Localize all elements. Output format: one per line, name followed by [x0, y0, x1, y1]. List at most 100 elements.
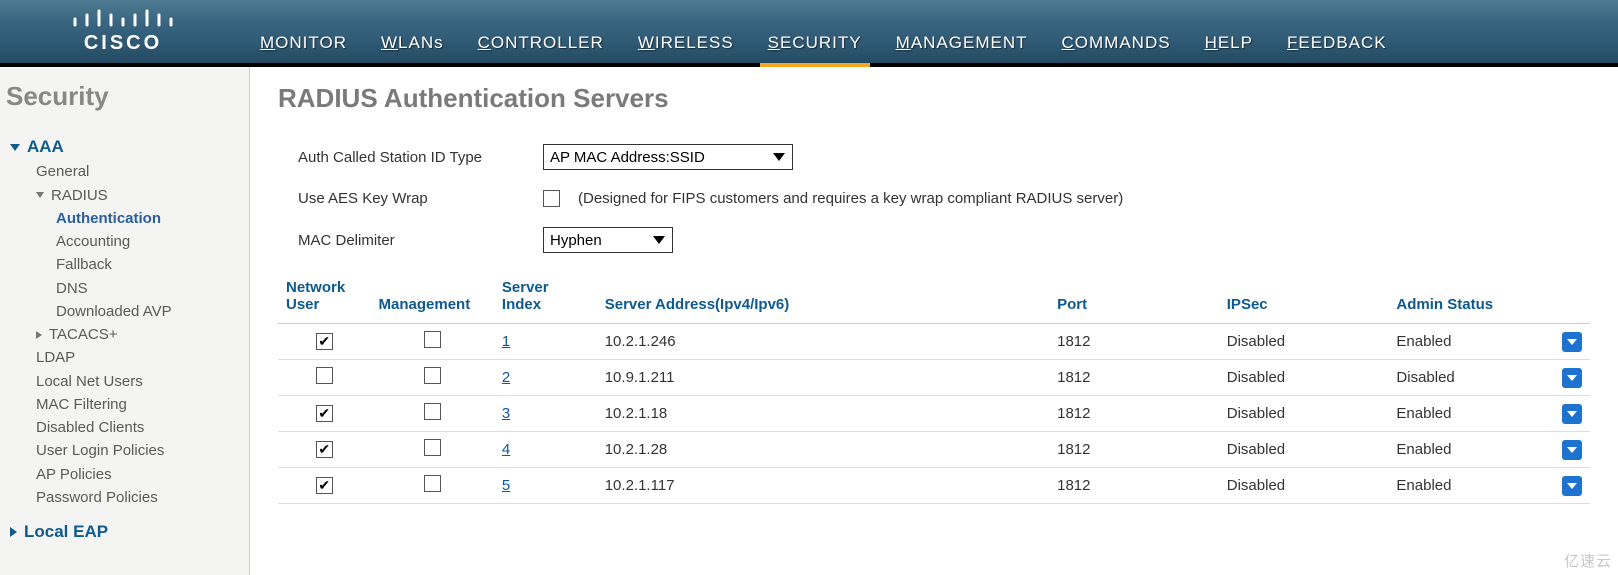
sidebar-label-radius: RADIUS [51, 184, 108, 207]
cisco-logo: CISCO [0, 0, 250, 63]
th-actions [1553, 273, 1590, 324]
table-row: 1 10.2.1.2461812DisabledEnabled [278, 324, 1590, 360]
network-user-checkbox[interactable] [316, 333, 333, 350]
management-checkbox[interactable] [424, 403, 441, 420]
server-address-cell: 10.2.1.28 [597, 432, 1049, 468]
th-server-index: Server Index [494, 273, 597, 324]
nav-item-elp[interactable]: HELP [1205, 33, 1253, 53]
ipsec-cell: Disabled [1219, 324, 1389, 360]
sidebar: Security AAA General RADIUS Authenticati… [0, 67, 250, 575]
port-cell: 1812 [1049, 324, 1219, 360]
sidebar-item-user-login-policies[interactable]: User Login Policies [36, 439, 239, 462]
management-checkbox[interactable] [424, 367, 441, 384]
sidebar-item-disabled-clients[interactable]: Disabled Clients [36, 416, 239, 439]
sidebar-label-tacacs: TACACS+ [49, 323, 118, 346]
ipsec-cell: Disabled [1219, 432, 1389, 468]
sidebar-item-tacacs[interactable]: TACACS+ [36, 323, 239, 346]
server-address-cell: 10.2.1.246 [597, 324, 1049, 360]
port-cell: 1812 [1049, 360, 1219, 396]
row-actions-dropdown[interactable] [1562, 440, 1582, 460]
mac-delimiter-select[interactable]: Hyphen [543, 227, 673, 253]
th-admin-status: Admin Status [1388, 273, 1553, 324]
ipsec-cell: Disabled [1219, 396, 1389, 432]
port-cell: 1812 [1049, 432, 1219, 468]
aes-key-wrap-checkbox[interactable] [543, 190, 560, 207]
server-address-cell: 10.2.1.18 [597, 396, 1049, 432]
th-ipsec: IPSec [1219, 273, 1389, 324]
admin-status-cell: Enabled [1388, 324, 1553, 360]
row-actions-dropdown[interactable] [1562, 368, 1582, 388]
management-checkbox[interactable] [424, 439, 441, 456]
row-actions-dropdown[interactable] [1562, 404, 1582, 424]
nav-item-onitor[interactable]: MONITOR [260, 33, 347, 53]
aes-key-wrap-hint: (Designed for FIPS customers and require… [578, 190, 1123, 207]
server-index-link[interactable]: 3 [502, 405, 510, 422]
th-network-user: Network User [278, 273, 371, 324]
sidebar-item-password-policies[interactable]: Password Policies [36, 486, 239, 509]
table-row: 310.2.1.181812DisabledEnabled [278, 396, 1590, 432]
network-user-checkbox[interactable] [316, 405, 333, 422]
management-checkbox[interactable] [424, 331, 441, 348]
nav-item-ireless[interactable]: WIRELESS [638, 33, 734, 53]
sidebar-item-radius[interactable]: RADIUS [36, 184, 239, 207]
row-actions-dropdown[interactable] [1562, 332, 1582, 352]
server-index-link[interactable]: 4 [502, 441, 510, 458]
server-index-link[interactable]: 2 [502, 369, 510, 386]
page-title: RADIUS Authentication Servers [278, 83, 1590, 114]
network-user-checkbox[interactable] [316, 477, 333, 494]
settings-form: Auth Called Station ID Type AP MAC Addre… [298, 144, 1590, 253]
sidebar-item-fallback[interactable]: Fallback [56, 253, 239, 276]
main-nav: MONITOR WLANs CONTROLLER WIRELESS SECURITY MA… [250, 33, 1387, 63]
sidebar-section-aaa[interactable]: AAA [10, 134, 239, 160]
th-management: Management [371, 273, 494, 324]
nav-item-lans[interactable]: WLANs [381, 33, 444, 53]
caret-down-icon [36, 192, 44, 198]
th-server-address: Server Address(Ipv4/Ipv6) [597, 273, 1049, 324]
sidebar-label-local-eap: Local EAP [24, 519, 108, 545]
sidebar-item-ldap[interactable]: LDAP [36, 346, 239, 369]
sidebar-item-authentication[interactable]: Authentication [56, 207, 239, 230]
server-address-cell: 10.2.1.117 [597, 468, 1049, 504]
table-row: 5 10.2.1.1171812DisabledEnabled [278, 468, 1590, 504]
nav-item-ommands[interactable]: COMMANDS [1062, 33, 1171, 53]
nav-item-eedback[interactable]: FEEDBACK [1287, 33, 1387, 53]
row-actions-dropdown[interactable] [1562, 476, 1582, 496]
admin-status-cell: Enabled [1388, 432, 1553, 468]
table-row: 210.9.1.2111812DisabledDisabled [278, 360, 1590, 396]
admin-status-cell: Disabled [1388, 360, 1553, 396]
nav-item-ontroller[interactable]: CONTROLLER [478, 33, 604, 53]
table-row: 4 10.2.1.281812DisabledEnabled [278, 432, 1590, 468]
sidebar-title: Security [6, 81, 239, 112]
radius-servers-table: Network User Management Server Index Ser… [278, 273, 1590, 504]
main-content: RADIUS Authentication Servers Auth Calle… [250, 67, 1618, 575]
admin-status-cell: Enabled [1388, 468, 1553, 504]
management-checkbox[interactable] [424, 475, 441, 492]
aes-key-wrap-label: Use AES Key Wrap [298, 190, 543, 207]
sidebar-label-aaa: AAA [27, 134, 64, 160]
nav-item-anagement[interactable]: MANAGEMENT [896, 33, 1028, 53]
ipsec-cell: Disabled [1219, 360, 1389, 396]
auth-called-station-select[interactable]: AP MAC Address:SSID [543, 144, 793, 170]
sidebar-item-downloaded-avp[interactable]: Downloaded AVP [56, 300, 239, 323]
sidebar-item-general[interactable]: General [36, 160, 239, 183]
admin-status-cell: Enabled [1388, 396, 1553, 432]
ipsec-cell: Disabled [1219, 468, 1389, 504]
server-index-link[interactable]: 5 [502, 477, 510, 494]
network-user-checkbox[interactable] [316, 441, 333, 458]
sidebar-item-dns[interactable]: DNS [56, 277, 239, 300]
sidebar-item-mac-filtering[interactable]: MAC Filtering [36, 393, 239, 416]
caret-right-icon [10, 527, 17, 537]
sidebar-item-accounting[interactable]: Accounting [56, 230, 239, 253]
top-bar: CISCO MONITOR WLANs CONTROLLER WIRELESS SECU… [0, 0, 1618, 67]
server-address-cell: 10.9.1.211 [597, 360, 1049, 396]
sidebar-item-ap-policies[interactable]: AP Policies [36, 463, 239, 486]
auth-called-station-label: Auth Called Station ID Type [298, 149, 543, 166]
port-cell: 1812 [1049, 468, 1219, 504]
caret-down-icon [10, 144, 20, 151]
sidebar-item-local-net-users[interactable]: Local Net Users [36, 370, 239, 393]
nav-item-ecurity[interactable]: SECURITY [768, 33, 862, 53]
network-user-checkbox[interactable] [316, 367, 333, 384]
server-index-link[interactable]: 1 [502, 333, 510, 350]
sidebar-section-local-eap[interactable]: Local EAP [10, 519, 239, 545]
svg-text:CISCO: CISCO [84, 32, 162, 54]
